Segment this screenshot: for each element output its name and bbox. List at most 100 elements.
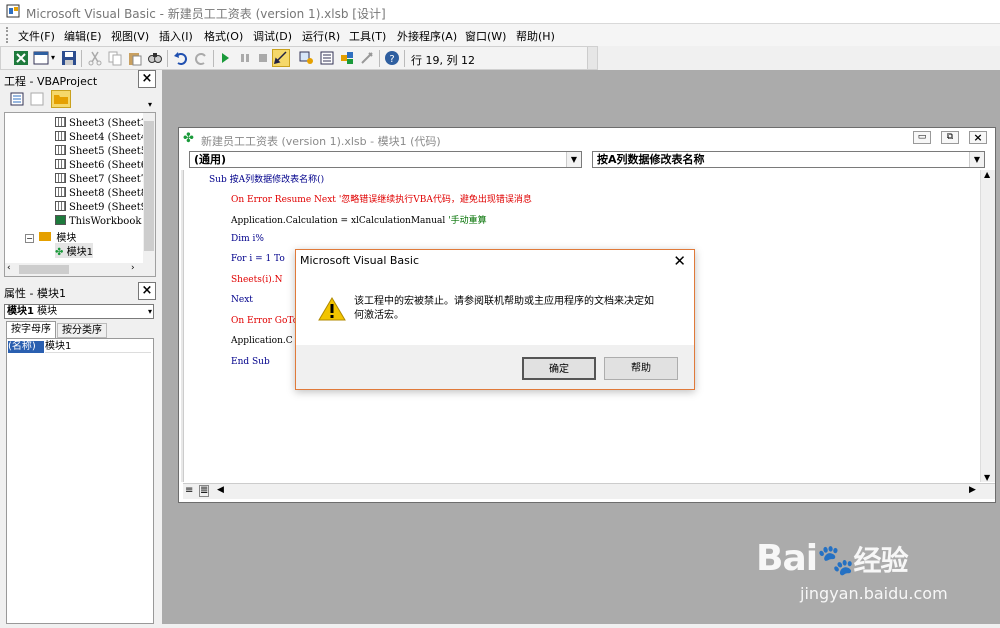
project-panel-close-icon[interactable]: × [138,70,156,88]
tree-folder-modules[interactable]: − 模块 [25,229,76,244]
project-panel-toolbar: ▾ [0,88,158,110]
scrollbar-thumb[interactable] [19,265,69,274]
panel-toolbar-more-icon[interactable]: ▾ [148,100,152,109]
cursor-position: 行 19, 列 12 [411,54,475,67]
window-title: Microsoft Visual Basic - 新建员工工资表 (versio… [26,7,386,21]
redo-icon[interactable] [193,50,209,66]
tree-item-sheet9[interactable]: Sheet9 (Sheet9 [55,201,147,213]
scrollbar-thumb[interactable] [144,121,154,251]
menu-tools[interactable]: 工具(T) [349,28,386,44]
watermark-brand-text: Bai [756,538,818,579]
worksheet-icon [55,159,66,169]
menu-view[interactable]: 视图(V) [111,28,149,44]
tree-item-module1[interactable]: ✤ 模块1 [55,243,93,258]
tree-item-label: Sheet3 (Sheet3 [69,118,148,129]
menu-file[interactable]: 文件(F) [18,28,55,44]
scroll-right-icon[interactable]: ▶ [969,485,976,495]
close-icon[interactable]: × [969,131,987,144]
chevron-down-icon[interactable]: ▼ [969,152,984,167]
object-combo[interactable]: (通用) ▼ [189,151,582,168]
code-text: For i = 1 To [231,254,285,264]
view-code-icon[interactable] [10,92,24,106]
help-icon[interactable]: ? [384,50,400,66]
toolbar-separator [81,50,82,67]
tree-item-sheet5[interactable]: Sheet5 (Sheet5 [55,145,147,157]
full-module-view-icon[interactable]: ≣ [199,485,210,497]
excel-view-icon[interactable] [13,50,29,66]
minimize-icon[interactable]: ▭ [913,131,931,144]
worksheet-icon [55,187,66,197]
tree-item-sheet7[interactable]: Sheet7 (Sheet7 [55,173,147,185]
menu-insert[interactable]: 插入(I) [159,28,193,44]
insert-userform-icon[interactable] [33,50,49,66]
object-selector-combo[interactable]: 模块1 模块 ▾ [4,304,154,319]
code-text: Next [231,295,253,305]
toolbar-options-handle[interactable] [587,47,597,69]
object-browser-icon[interactable] [339,50,355,66]
scroll-down-icon[interactable]: ▼ [984,473,990,482]
code-text: Application.Calculation = xlCalculationM… [231,216,446,226]
toolbox-icon[interactable] [359,50,375,66]
tree-item-label: ThisWorkbook [69,216,142,227]
menu-addins[interactable]: 外接程序(A) [397,28,457,44]
toolbar-separator [213,50,214,67]
code-line: End Sub [231,357,270,367]
project-explorer-icon[interactable] [299,50,315,66]
help-button[interactable]: 帮助 [604,357,678,380]
copy-icon[interactable] [107,50,123,66]
toggle-folders-icon[interactable] [51,90,71,108]
tree-item-sheet4[interactable]: Sheet4 (Sheet4 [55,131,147,143]
project-tree-vscrollbar[interactable] [143,113,155,265]
worksheet-icon [55,131,66,141]
properties-panel-close-icon[interactable]: × [138,282,156,300]
procedure-combo[interactable]: 按A列数据修改表名称 ▼ [592,151,985,168]
menu-format[interactable]: 格式(O) [204,28,243,44]
tree-item-sheet8[interactable]: Sheet8 (Sheet8 [55,187,147,199]
view-object-icon[interactable] [30,92,44,106]
tree-item-label: Sheet7 (Sheet7 [69,174,148,185]
tree-item-sheet6[interactable]: Sheet6 (Sheet6 [55,159,147,171]
collapse-icon[interactable]: − [25,234,34,243]
chevron-down-icon[interactable]: ▼ [566,152,581,167]
tab-alphabetic[interactable]: 按字母序 [6,321,56,338]
undo-icon[interactable] [173,50,189,66]
properties-window-icon[interactable] [319,50,335,66]
menu-window[interactable]: 窗口(W) [465,28,506,44]
watermark-brand2: 经验 [853,544,908,577]
find-icon[interactable] [147,50,163,66]
tab-categorized[interactable]: 按分类序 [57,323,107,338]
save-icon[interactable] [61,50,77,66]
dialog-close-icon[interactable]: ✕ [673,252,686,270]
scroll-up-icon[interactable]: ▲ [984,170,990,179]
scroll-right-icon[interactable]: › [131,263,135,273]
properties-panel-title: 属性 - 模块1 [4,287,66,300]
menu-grip [6,27,9,43]
break-icon[interactable] [237,50,253,66]
cut-icon[interactable] [87,50,103,66]
menu-help[interactable]: 帮助(H) [516,28,555,44]
code-vscrollbar[interactable]: ▲ ▼ [980,170,995,482]
paste-icon[interactable] [127,50,143,66]
property-name-cell[interactable]: (名称) [8,341,44,353]
object-type: 模块 [37,306,58,317]
ok-button[interactable]: 确定 [522,357,596,380]
code-text: Sub 按A列数据修改表名称() [209,175,325,185]
code-line: Next [231,295,253,305]
run-icon[interactable] [217,50,233,66]
scroll-left-icon[interactable]: ‹ [7,263,11,273]
restore-icon[interactable]: ⧉ [941,131,959,144]
menu-run[interactable]: 运行(R) [302,28,340,44]
design-mode-icon[interactable] [272,49,290,67]
procedure-view-icon[interactable]: ≡ [185,485,193,496]
property-value-cell[interactable]: 模块1 [45,341,151,353]
reset-icon[interactable] [255,50,271,66]
menu-debug[interactable]: 调试(D) [253,28,292,44]
tree-item-sheet3[interactable]: Sheet3 (Sheet3 [55,117,147,129]
scroll-left-icon[interactable]: ◀ [217,485,224,495]
chevron-down-icon[interactable]: ▾ [148,305,152,318]
project-tree-hscrollbar[interactable]: ‹ › [5,263,155,276]
tree-item-thisworkbook[interactable]: ThisWorkbook [55,215,141,227]
menu-edit[interactable]: 编辑(E) [64,28,102,44]
workbook-icon [55,215,66,225]
title-bar: Microsoft Visual Basic - 新建员工工资表 (versio… [0,0,1000,24]
